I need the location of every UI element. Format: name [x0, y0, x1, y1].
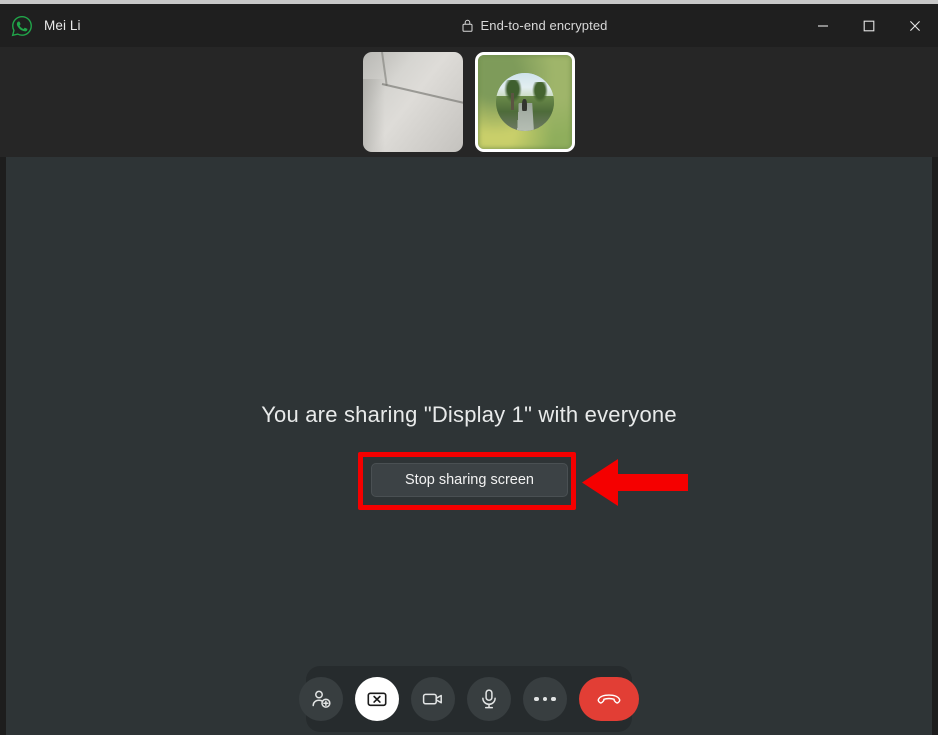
toggle-microphone-button[interactable] [467, 677, 511, 721]
video-camera-icon [422, 693, 442, 705]
contact-name: Mei Li [44, 18, 81, 33]
ellipsis-icon [534, 696, 556, 702]
add-participant-button[interactable] [299, 677, 343, 721]
sharing-status-message: You are sharing "Display 1" with everyon… [261, 402, 677, 427]
person-add-icon [312, 690, 331, 708]
minimize-button[interactable] [800, 4, 846, 47]
screen-share-stage: You are sharing "Display 1" with everyon… [6, 157, 932, 735]
stop-screen-share-button[interactable] [355, 677, 399, 721]
avatar [496, 73, 554, 131]
thumbnail-wall-edge-horizontal [381, 83, 463, 105]
window-controls [800, 4, 938, 47]
title-bar: Mei Li End-to-end encrypted [0, 4, 938, 47]
call-control-bar [299, 666, 639, 732]
avatar-palm-right [531, 82, 549, 104]
toggle-camera-button[interactable] [411, 677, 455, 721]
screen-share-off-icon [367, 692, 387, 707]
end-call-button[interactable] [579, 677, 639, 721]
more-options-button[interactable] [523, 677, 567, 721]
maximize-button[interactable] [846, 4, 892, 47]
thumbnail-wall-shade [363, 79, 385, 152]
whatsapp-call-window: Mei Li End-to-end encrypted You are shar… [0, 0, 938, 735]
encryption-indicator: End-to-end encrypted [270, 18, 800, 33]
encryption-label: End-to-end encrypted [480, 18, 608, 33]
avatar-person [522, 98, 527, 112]
participant-video-thumbnail[interactable] [475, 52, 575, 152]
whatsapp-logo-icon [11, 15, 33, 37]
microphone-icon [482, 689, 496, 709]
title-bar-left: Mei Li [0, 15, 300, 37]
phone-hangup-icon [597, 694, 621, 704]
participant-thumbnail-strip [0, 47, 938, 157]
lock-icon [462, 19, 473, 32]
avatar-palm-trunk [511, 92, 515, 111]
stop-sharing-screen-button[interactable]: Stop sharing screen [371, 463, 568, 497]
close-button[interactable] [892, 4, 938, 47]
self-video-thumbnail[interactable] [363, 52, 463, 152]
